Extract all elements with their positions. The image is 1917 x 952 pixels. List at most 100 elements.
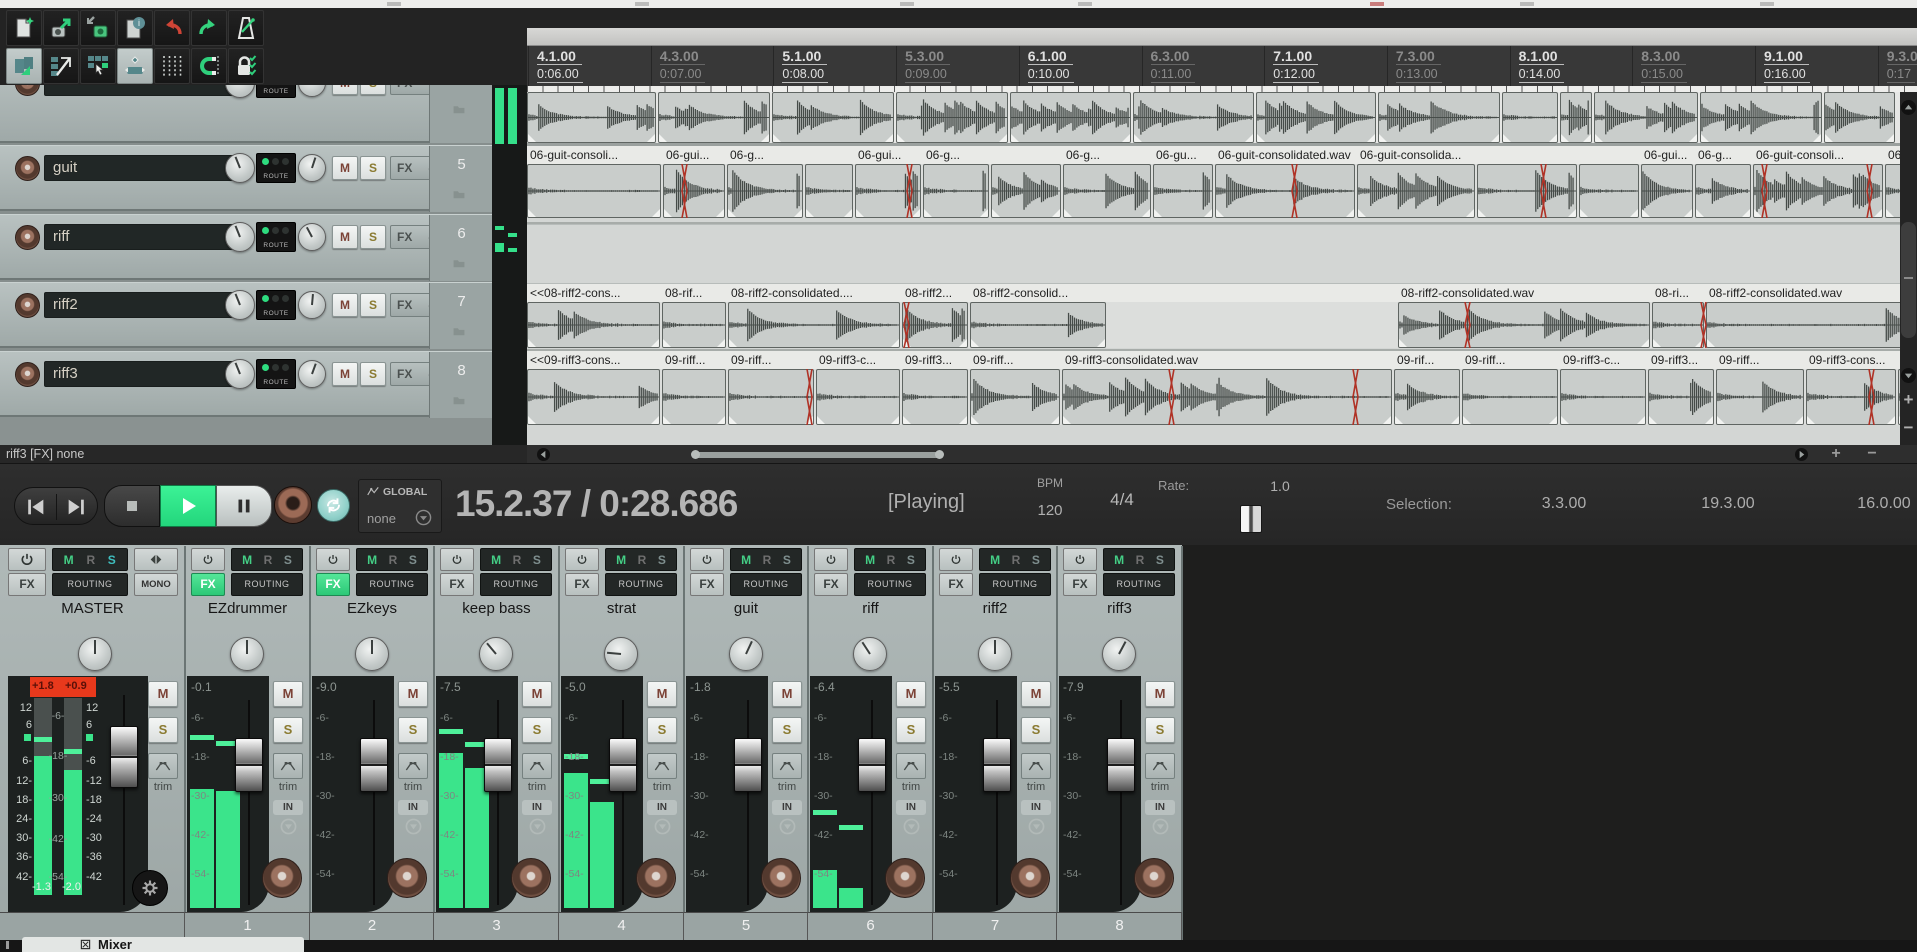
go-to-start-button[interactable]: [23, 496, 49, 518]
scroll-up-button[interactable]: [1901, 100, 1916, 115]
record-arm-button[interactable]: [15, 85, 40, 96]
media-item[interactable]: [527, 164, 661, 218]
horizontal-zoom-out-button[interactable]: −: [1863, 445, 1881, 463]
media-item[interactable]: [1378, 92, 1500, 143]
channel-power-button[interactable]: [191, 548, 225, 571]
channel-fader-handle[interactable]: [484, 738, 512, 792]
stretch-marker[interactable]: [1868, 369, 1875, 425]
record-arm-button[interactable]: [885, 858, 925, 898]
channel-name[interactable]: riff: [808, 598, 933, 620]
channel-routing-button[interactable]: ROUTING: [605, 573, 677, 596]
media-item[interactable]: [1695, 164, 1751, 218]
channel-solo-button[interactable]: S: [1021, 717, 1051, 743]
track-name-box[interactable]: guit: [44, 155, 248, 181]
channel-routing-button[interactable]: ROUTING: [1103, 573, 1175, 596]
channel-fader-handle[interactable]: [360, 738, 388, 792]
channel-record-ready-button[interactable]: R: [638, 553, 652, 567]
stretch-marker[interactable]: [1464, 302, 1471, 348]
track-name-box[interactable]: [44, 85, 248, 96]
volume-knob[interactable]: [225, 290, 255, 320]
solo-button[interactable]: S: [360, 156, 386, 180]
media-item[interactable]: [1700, 92, 1822, 143]
media-item[interactable]: [727, 164, 803, 218]
pan-knob[interactable]: [298, 360, 326, 388]
channel-mute-button[interactable]: M: [64, 553, 78, 567]
media-item[interactable]: [658, 92, 770, 143]
channel-power-button[interactable]: [565, 548, 599, 571]
stretch-marker[interactable]: [1352, 369, 1359, 425]
horizontal-scroll-thumb[interactable]: [695, 452, 940, 458]
metronome-button[interactable]: [228, 10, 264, 46]
record-arm-button[interactable]: [15, 225, 40, 250]
volume-knob[interactable]: [225, 222, 255, 252]
input-select-arrow[interactable]: [1028, 818, 1045, 835]
route-button[interactable]: ROUTE: [256, 359, 296, 389]
rate-slider-handle[interactable]: [1240, 505, 1262, 533]
selection-start[interactable]: 3.3.00: [1516, 495, 1612, 515]
channel-record-ready-button[interactable]: R: [389, 553, 403, 567]
channel-routing-button[interactable]: ROUTING: [854, 573, 926, 596]
media-item[interactable]: [896, 92, 1008, 143]
channel-power-button[interactable]: [1063, 548, 1097, 571]
media-item[interactable]: [902, 302, 968, 348]
channel-record-ready-button[interactable]: R: [1012, 553, 1026, 567]
media-item[interactable]: [970, 369, 1060, 425]
channel-fx-button[interactable]: FX: [814, 573, 848, 596]
channel-routing-button[interactable]: ROUTING: [480, 573, 552, 596]
solo-button[interactable]: S: [360, 293, 386, 317]
trim-envelope-button[interactable]: [772, 753, 802, 779]
channel-pan-knob[interactable]: [978, 637, 1012, 671]
channel-mute-button[interactable]: M: [398, 681, 428, 707]
master-clip-indicator[interactable]: +1.8+0.9: [30, 677, 96, 697]
track-name-box[interactable]: riff3: [44, 361, 248, 387]
selection-length[interactable]: 16.0.00: [1832, 495, 1917, 515]
trim-envelope-button[interactable]: [522, 753, 552, 779]
scroll-left-button[interactable]: [537, 448, 550, 461]
channel-solo-button[interactable]: S: [647, 717, 677, 743]
channel-fader-handle[interactable]: [609, 738, 637, 792]
channel-fx-button[interactable]: FX: [8, 573, 46, 596]
channel-power-button[interactable]: [939, 548, 973, 571]
mixer-tab-checkbox-icon[interactable]: [80, 939, 91, 950]
stretch-marker[interactable]: [906, 164, 913, 218]
record-arm-button[interactable]: [15, 156, 40, 181]
channel-mute-button[interactable]: M: [148, 681, 178, 707]
input-button[interactable]: IN: [1145, 800, 1175, 815]
time-display[interactable]: 15.2.37 / 0:28.686: [455, 483, 875, 527]
media-item[interactable]: [1063, 164, 1151, 218]
media-item[interactable]: [1594, 92, 1698, 143]
trim-envelope-button[interactable]: [647, 753, 677, 779]
master-fader-handle[interactable]: [110, 726, 138, 788]
folder-icon[interactable]: [450, 188, 468, 201]
input-button[interactable]: IN: [273, 800, 303, 815]
channel-name[interactable]: riff2: [933, 598, 1057, 620]
route-button[interactable]: ROUTE: [256, 222, 296, 252]
master-mono-button[interactable]: MONO: [134, 573, 178, 596]
trim-envelope-button[interactable]: [1021, 753, 1051, 779]
media-item[interactable]: [816, 369, 900, 425]
media-item[interactable]: [1398, 302, 1650, 348]
ripple-edit-button[interactable]: [43, 48, 79, 84]
channel-routing-button[interactable]: ROUTING: [231, 573, 303, 596]
vertical-zoom-out-button[interactable]: −: [1900, 418, 1917, 438]
stretch-marker[interactable]: [903, 302, 910, 348]
media-item[interactable]: [1477, 164, 1577, 218]
channel-solo-button[interactable]: S: [1156, 553, 1170, 567]
channel-solo-button[interactable]: S: [783, 553, 797, 567]
stretch-marker[interactable]: [806, 369, 813, 425]
channel-solo-button[interactable]: S: [148, 717, 178, 743]
channel-record-ready-button[interactable]: R: [264, 553, 278, 567]
pan-knob[interactable]: [298, 154, 326, 182]
mute-button[interactable]: M: [332, 156, 358, 180]
media-item-edit-button[interactable]: [6, 48, 42, 84]
channel-solo-button[interactable]: S: [896, 717, 926, 743]
record-arm-button[interactable]: [262, 858, 302, 898]
channel-fader-handle[interactable]: [1107, 738, 1135, 792]
media-item[interactable]: [662, 302, 726, 348]
pan-knob[interactable]: [298, 223, 326, 251]
media-item[interactable]: [1256, 92, 1376, 143]
media-item[interactable]: [1648, 369, 1714, 425]
media-item[interactable]: [728, 302, 900, 348]
channel-mute-button[interactable]: M: [772, 681, 802, 707]
channel-pan-knob[interactable]: [1102, 637, 1136, 671]
